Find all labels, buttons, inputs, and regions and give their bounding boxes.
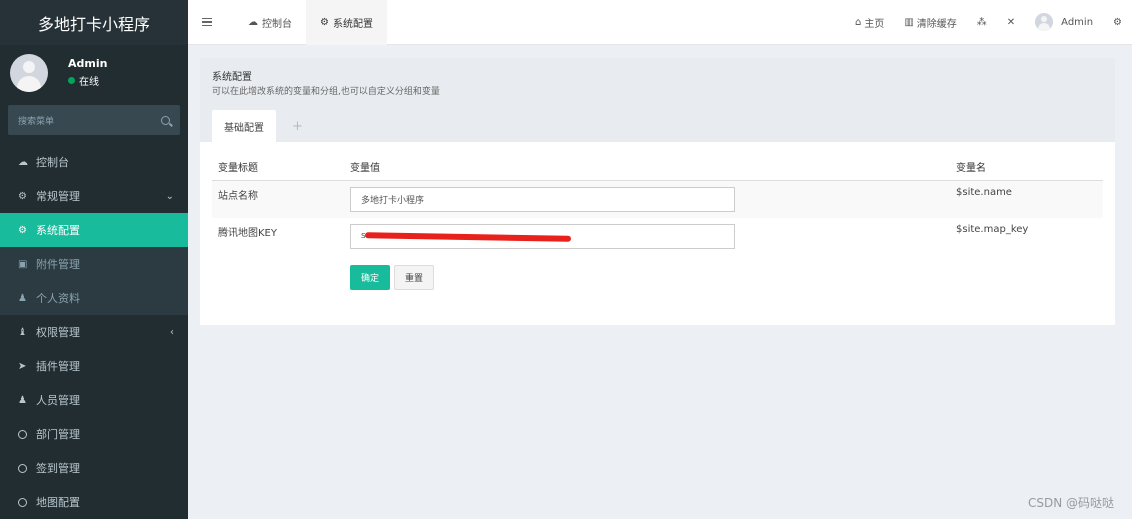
menu-search-placeholder: 搜索菜单 bbox=[18, 116, 55, 127]
home-label: 主页 bbox=[864, 18, 885, 30]
circle-icon bbox=[18, 429, 27, 439]
language-icon: ⁂ bbox=[976, 16, 987, 28]
settings-button[interactable]: ⚙ bbox=[1103, 0, 1132, 45]
config-panel: 系统配置 可以在此增改系统的变量和分组,也可以自定义分组和变量 基础配置 + 变… bbox=[200, 58, 1115, 325]
sidebar-item-profile[interactable]: ♟ 个人资料 bbox=[0, 281, 188, 315]
tab-label: 控制台 bbox=[262, 18, 292, 30]
sidebar-item-plugins[interactable]: ➤ 插件管理 bbox=[0, 349, 188, 383]
dashboard-icon: ☁ bbox=[18, 156, 28, 168]
sidebar-item-general[interactable]: ⚙ 常规管理 ⌄ bbox=[0, 179, 188, 213]
redaction-mark bbox=[364, 231, 572, 242]
file-icon: ▣ bbox=[18, 258, 28, 270]
sidebar-item-label: 人员管理 bbox=[36, 394, 80, 407]
circle-icon bbox=[18, 463, 27, 473]
sidebar-item-staff[interactable]: ♟ 人员管理 bbox=[0, 383, 188, 417]
tab-basic-config[interactable]: 基础配置 bbox=[212, 110, 276, 142]
search-icon[interactable] bbox=[161, 115, 170, 125]
fullscreen-icon: ✕ bbox=[1006, 16, 1016, 28]
app-logo[interactable]: 多地打卡小程序 bbox=[0, 0, 188, 45]
clear-cache-button[interactable]: ▥ 清除缓存 bbox=[894, 0, 966, 45]
sidebar-item-label: 权限管理 bbox=[36, 326, 80, 339]
user-icon: ♟ bbox=[18, 292, 27, 304]
language-button[interactable]: ⁂ bbox=[967, 0, 997, 45]
panel-heading: 系统配置 可以在此增改系统的变量和分组,也可以自定义分组和变量 基础配置 + bbox=[200, 58, 1115, 142]
watermark: CSDN @码哒哒 bbox=[1027, 496, 1114, 510]
user-status: 在线 bbox=[68, 73, 107, 88]
add-tab-icon[interactable]: + bbox=[280, 110, 315, 142]
sidebar-item-label: 控制台 bbox=[36, 156, 69, 169]
circle-icon bbox=[18, 497, 27, 507]
tab-system-config[interactable]: ⚙ 系统配置 bbox=[306, 0, 387, 45]
cogs-icon: ⚙ bbox=[18, 190, 27, 202]
cogs-icon: ⚙ bbox=[1113, 16, 1122, 28]
row-variable: $site.map_key bbox=[956, 223, 1029, 235]
page-title: 系统配置 bbox=[212, 72, 252, 83]
rocket-icon: ➤ bbox=[18, 360, 27, 372]
home-link[interactable]: ⌂ 主页 bbox=[845, 0, 894, 45]
site-name-field[interactable]: 多地打卡小程序 bbox=[350, 186, 735, 212]
tab-dashboard[interactable]: ☁ 控制台 bbox=[234, 0, 306, 45]
column-header: 变量标题 bbox=[212, 154, 344, 181]
menu-toggle-icon[interactable] bbox=[202, 16, 212, 29]
map-key-field[interactable]: s bbox=[350, 223, 735, 249]
user-status-label: 在线 bbox=[79, 77, 99, 88]
top-header: ☁ 控制台 ⚙ 系统配置 ⌂ 主页 ▥ 清除缓存 ⁂ ✕ Admin ⚙ bbox=[188, 0, 1132, 45]
user-menu-name: Admin bbox=[1061, 16, 1094, 28]
avatar bbox=[1035, 13, 1054, 31]
sidebar-item-dashboard[interactable]: ☁ 控制台 bbox=[0, 145, 188, 179]
menu-search-input[interactable]: 搜索菜单 bbox=[8, 105, 180, 135]
user-menu[interactable]: Admin bbox=[1025, 0, 1103, 45]
group-icon: ♝ bbox=[18, 326, 27, 338]
tab-label: 系统配置 bbox=[332, 18, 373, 30]
sidebar-item-permissions[interactable]: ♝ 权限管理 ‹ bbox=[0, 315, 188, 349]
sidebar-item-label: 部门管理 bbox=[36, 428, 80, 441]
sidebar-item-map-config[interactable]: 地图配置 bbox=[0, 485, 188, 519]
user-panel: Admin 在线 bbox=[0, 45, 188, 100]
sidebar-item-departments[interactable]: 部门管理 bbox=[0, 417, 188, 451]
column-header: 变量名 bbox=[950, 154, 1103, 181]
user-name: Admin bbox=[68, 57, 108, 70]
clear-cache-label: 清除缓存 bbox=[916, 18, 957, 30]
sidebar-item-label: 插件管理 bbox=[36, 360, 80, 373]
sidebar-item-checkin[interactable]: 签到管理 bbox=[0, 451, 188, 485]
table-row: 站点名称 多地打卡小程序 $site.name bbox=[212, 180, 1103, 218]
row-title: 站点名称 bbox=[212, 180, 344, 218]
user-icon: ♟ bbox=[18, 394, 27, 406]
table-row: 腾讯地图KEY s $site.map_key bbox=[212, 218, 1103, 255]
column-header: 变量值 bbox=[344, 154, 950, 181]
sidebar-item-label: 个人资料 bbox=[36, 292, 80, 305]
dashboard-icon: ☁ bbox=[248, 16, 258, 28]
sidebar-item-system-config[interactable]: ⚙ 系统配置 bbox=[0, 213, 188, 247]
page-description: 可以在此增改系统的变量和分组,也可以自定义分组和变量 bbox=[212, 87, 440, 97]
confirm-button[interactable]: 确定 bbox=[350, 264, 390, 290]
sidebar-item-label: 系统配置 bbox=[36, 224, 80, 237]
sidebar-item-attachments[interactable]: ▣ 附件管理 bbox=[0, 247, 188, 281]
sidebar: 多地打卡小程序 Admin 在线 搜索菜单 ☁ 控制台 ⚙ 常规管理 ⌄ ⚙ 系… bbox=[0, 0, 188, 519]
chevron-left-icon: ‹ bbox=[170, 326, 174, 338]
sidebar-item-label: 附件管理 bbox=[36, 258, 80, 271]
config-table: 变量标题 变量值 变量名 站点名称 多地打卡小程序 $site.name 腾讯地… bbox=[212, 154, 1103, 255]
gear-icon: ⚙ bbox=[320, 16, 329, 28]
sidebar-item-label: 常规管理 bbox=[36, 190, 80, 203]
reset-button[interactable]: 重置 bbox=[394, 264, 434, 290]
chevron-down-icon: ⌄ bbox=[165, 190, 174, 202]
site-name-value: 多地打卡小程序 bbox=[361, 195, 425, 206]
row-title: 腾讯地图KEY bbox=[218, 227, 277, 239]
fullscreen-button[interactable]: ✕ bbox=[997, 0, 1025, 45]
sidebar-item-label: 地图配置 bbox=[36, 496, 80, 509]
avatar bbox=[10, 53, 48, 92]
online-status-icon bbox=[68, 77, 75, 84]
trash-icon: ▥ bbox=[904, 16, 914, 28]
gear-icon: ⚙ bbox=[18, 224, 27, 236]
home-icon: ⌂ bbox=[854, 16, 862, 28]
sidebar-item-label: 签到管理 bbox=[36, 462, 80, 475]
row-variable: $site.name bbox=[950, 180, 1103, 218]
